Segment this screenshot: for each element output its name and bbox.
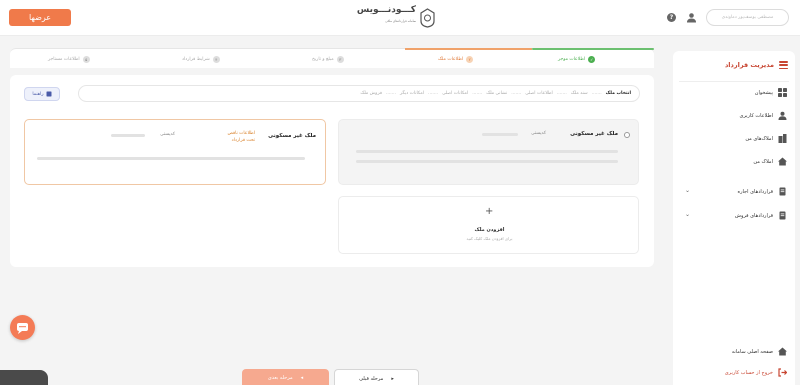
- document-icon: [779, 211, 786, 220]
- sidebar-item-sale-contracts[interactable]: قراردادهای فروش: [735, 211, 787, 220]
- user-icon: [778, 111, 787, 120]
- top-header: عرضها کـــودنـــویس سامانه قراردادهای مل…: [0, 0, 800, 36]
- property-title: ملک غیر مسکونی: [268, 133, 316, 139]
- property-address: [37, 157, 305, 160]
- property-address: [356, 150, 618, 153]
- step-number: ۳: [336, 55, 344, 63]
- step-label: اطلاعات مستاجر: [48, 56, 80, 62]
- next-step-label: مرحله بعدی: [267, 375, 293, 381]
- breadcrumb-item[interactable]: امکانات اصلی: [442, 91, 468, 96]
- buildings-icon: [778, 134, 787, 143]
- add-property-subtitle: برای افزودن ملک کلیک کنید: [466, 236, 513, 241]
- document-icon: [779, 187, 786, 196]
- section-breadcrumb: فروش ملک....... امکانات دیگر....... امکا…: [78, 85, 640, 102]
- sidebar-item-dashboard[interactable]: پیشخوان: [755, 88, 787, 97]
- guide-button[interactable]: راهنما: [24, 87, 60, 101]
- sidebar-item-label: صفحه اصلی سامانه: [731, 348, 773, 355]
- main-content: اطلاعات موجر ✓ اطلاعات ملک ۲ مبلغ و تاری…: [10, 48, 654, 267]
- breadcrumb-item[interactable]: سند ملک: [571, 91, 588, 96]
- sidebar-item-logout[interactable]: خروج از حساب کاربری: [725, 368, 787, 377]
- property-card[interactable]: ملک غیر مسکونی کدپستی: [338, 119, 639, 185]
- dashboard-icon: [778, 88, 787, 97]
- add-property-card[interactable]: + افزودن ملک برای افزودن ملک کلیک کنید: [338, 196, 639, 254]
- warning-incomplete: اطلاعات ناقص: [227, 131, 255, 136]
- property-panel: راهنما فروش ملک....... امکانات دیگر.....…: [10, 75, 654, 267]
- chat-support-button[interactable]: [10, 315, 35, 340]
- user-icon[interactable]: [686, 12, 697, 23]
- breadcrumb-item-active[interactable]: انتخاب ملک: [606, 91, 631, 96]
- select-radio[interactable]: [624, 132, 630, 138]
- book-icon: [46, 91, 52, 97]
- postal-code-label: کدپستی: [160, 132, 175, 137]
- logo-subtitle: سامانه قراردادهای ملکی: [385, 19, 416, 23]
- warning-status: اطلاعات ناقص تحت قرارداد: [227, 130, 255, 144]
- corner-overlay: [0, 370, 48, 385]
- sidebar-item-my-buildings[interactable]: املاک‌های من: [745, 134, 787, 143]
- step-label: اطلاعات موجر: [558, 56, 586, 62]
- sidebar-item-label: قراردادهای فروش: [734, 212, 773, 219]
- breadcrumb-item[interactable]: امکانات دیگر: [400, 91, 424, 96]
- step-property-info[interactable]: اطلاعات ملک ۲: [438, 49, 474, 69]
- guide-label: راهنما: [32, 91, 44, 97]
- sidebar-item-label: خروج از حساب کاربری: [724, 369, 773, 376]
- menu-icon[interactable]: [779, 61, 788, 69]
- sidebar-title-text: مدیریت قرارداد: [724, 61, 774, 69]
- sidebar-item-home-page[interactable]: صفحه اصلی سامانه: [732, 347, 787, 356]
- step-label: اطلاعات ملک: [438, 56, 464, 62]
- breadcrumb-item[interactable]: اطلاعات اصلی: [525, 91, 553, 96]
- brand-logo[interactable]: عرضها: [9, 9, 71, 26]
- step-contract-terms[interactable]: شرایط قرارداد ۴: [182, 49, 220, 69]
- sidebar-item-user-info[interactable]: اطلاعات کاربری: [739, 111, 787, 120]
- chevron-down-icon[interactable]: ⌄: [685, 187, 690, 194]
- arrow-right-icon: ▸: [391, 375, 394, 382]
- sidebar-item-label: پیشخوان: [754, 89, 773, 96]
- user-menu-pill[interactable]: مصطفی یوسف‌پور دماوندی: [706, 9, 789, 26]
- add-property-title: افزودن ملک: [474, 227, 505, 233]
- step-tenant-info[interactable]: اطلاعات مستاجر ۵: [48, 49, 90, 69]
- chevron-down-icon[interactable]: ⌄: [685, 211, 690, 218]
- arrow-left-icon: ◂: [300, 375, 304, 381]
- logo-emblem-icon: [420, 8, 435, 28]
- sidebar-title: مدیریت قرارداد: [725, 61, 788, 69]
- logo-title: کـــودنـــویس: [356, 5, 416, 15]
- postal-code-value: [111, 134, 145, 137]
- home-icon: [778, 157, 787, 166]
- breadcrumb-item[interactable]: نشانی ملک: [486, 91, 507, 96]
- step-label: مبلغ و تاریخ: [312, 56, 334, 62]
- property-title: ملک غیر مسکونی: [570, 131, 618, 137]
- sidebar-divider: [679, 81, 789, 82]
- home-icon: [778, 347, 787, 356]
- sidebar-item-label: اطلاعات کاربری: [739, 112, 773, 119]
- step-amount-date[interactable]: مبلغ و تاریخ ۳: [312, 49, 344, 69]
- logout-icon: [778, 368, 787, 377]
- next-step-button[interactable]: مرحله بعدی ◂: [242, 369, 329, 385]
- postal-code-label: کدپستی: [531, 131, 546, 136]
- chat-icon: [17, 323, 28, 334]
- sidebar-item-my-properties[interactable]: املاک من: [753, 157, 787, 166]
- property-details: [356, 160, 618, 163]
- previous-step-button[interactable]: مرحله قبلی ▸: [334, 369, 419, 385]
- sidebar-item-rental-contracts[interactable]: قراردادهای اجاره: [738, 187, 788, 196]
- help-icon[interactable]: ?: [667, 13, 676, 22]
- sidebar-item-label: قراردادهای اجاره: [737, 188, 774, 195]
- breadcrumb-item[interactable]: فروش ملک: [360, 91, 382, 96]
- sidebar: مدیریت قرارداد پیشخوان اطلاعات کاربری ام…: [673, 51, 795, 385]
- step-number: ۴: [212, 55, 220, 63]
- step-landlord-info[interactable]: اطلاعات موجر ✓: [558, 49, 596, 69]
- site-logo[interactable]: کـــودنـــویس سامانه قراردادهای ملکی: [357, 5, 436, 31]
- postal-code-value: [482, 133, 518, 136]
- step-label: شرایط قرارداد: [182, 56, 210, 62]
- sidebar-item-label: املاک من: [753, 158, 773, 165]
- wizard-steps: اطلاعات موجر ✓ اطلاعات ملک ۲ مبلغ و تاری…: [10, 48, 654, 68]
- sidebar-item-label: املاک‌های من: [745, 135, 773, 142]
- check-icon: ✓: [588, 55, 596, 63]
- property-card-selected[interactable]: ملک غیر مسکونی اطلاعات ناقص تحت قرارداد …: [24, 119, 326, 185]
- plus-icon: +: [485, 206, 494, 217]
- step-number: ۲: [466, 55, 474, 63]
- warning-under-contract: تحت قرارداد: [231, 138, 255, 143]
- previous-step-label: مرحله قبلی: [359, 375, 384, 382]
- step-number: ۵: [82, 55, 90, 63]
